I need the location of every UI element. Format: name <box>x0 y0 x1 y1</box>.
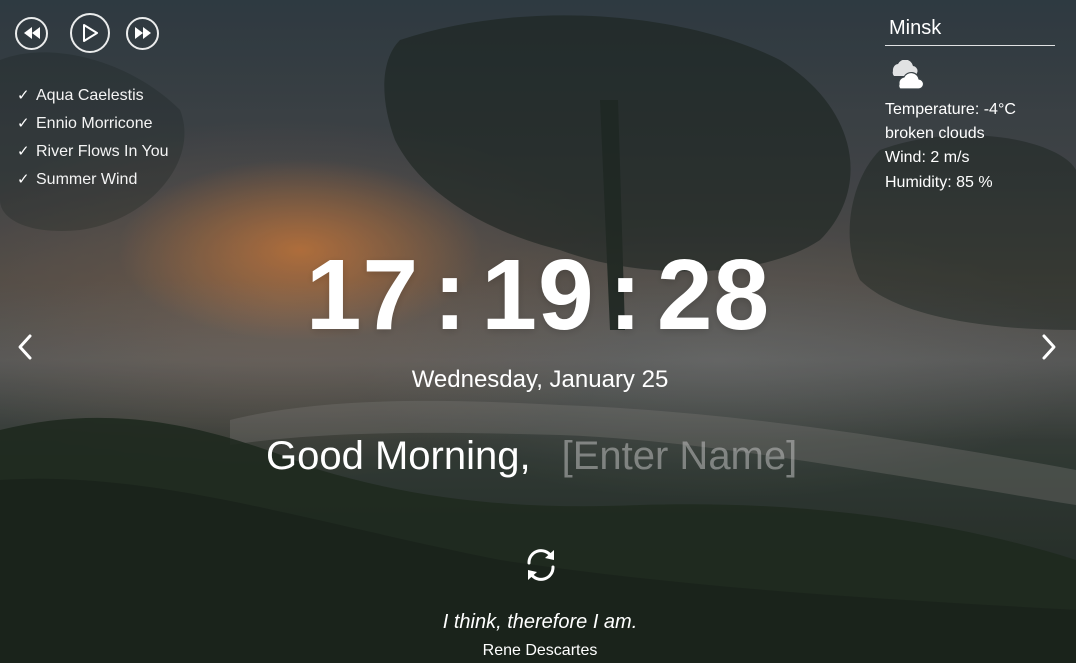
checkmark-icon: ✓ <box>17 143 30 160</box>
refresh-quote-button[interactable] <box>521 545 561 585</box>
clock-minutes: 19 <box>481 239 595 351</box>
fast-forward-icon <box>134 27 151 39</box>
humidity-text: Humidity: 85 % <box>885 174 993 191</box>
quote-text: I think, therefore I am. <box>442 611 638 633</box>
previous-track-button[interactable] <box>15 16 48 50</box>
audio-player <box>15 13 159 53</box>
track-title: Aqua Caelestis <box>36 87 144 104</box>
quote-author: Rene Descartes <box>482 642 598 659</box>
clock-separator: : <box>608 239 643 351</box>
next-track-button[interactable] <box>126 16 159 50</box>
playlist-item[interactable]: ✓ Aqua Caelestis <box>17 82 169 110</box>
clock-separator: : <box>433 239 468 351</box>
play-icon <box>83 24 98 42</box>
track-title: River Flows In You <box>36 143 169 160</box>
date-text: Wednesday, January 25 <box>411 366 669 393</box>
weather-widget: Temperature: -4°C broken clouds Wind: 2 … <box>885 12 1055 195</box>
clock: 17:19:28 <box>0 240 1076 350</box>
checkmark-icon: ✓ <box>17 171 30 188</box>
weather-description: broken clouds <box>885 125 985 142</box>
checkmark-icon: ✓ <box>17 87 30 104</box>
playlist-item[interactable]: ✓ Ennio Morricone <box>17 110 169 138</box>
temperature-text: Temperature: -4°C <box>885 101 1016 118</box>
greeting-row: Good Morning, <box>266 433 862 479</box>
greeting-text: Good Morning, <box>266 434 531 478</box>
track-title: Ennio Morricone <box>36 115 153 132</box>
clock-seconds: 28 <box>656 239 771 351</box>
rewind-icon <box>23 27 40 39</box>
broken-clouds-icon <box>887 59 927 90</box>
wind-text: Wind: 2 m/s <box>885 149 970 166</box>
clock-hours: 17 <box>305 239 420 351</box>
playlist-item[interactable]: ✓ Summer Wind <box>17 166 169 194</box>
playlist: ✓ Aqua Caelestis ✓ Ennio Morricone ✓ Riv… <box>17 82 169 194</box>
play-button[interactable] <box>70 13 110 53</box>
refresh-icon <box>527 549 555 581</box>
city-input[interactable] <box>885 12 1055 46</box>
name-input[interactable] <box>561 433 862 479</box>
playlist-item[interactable]: ✓ River Flows In You <box>17 138 169 166</box>
checkmark-icon: ✓ <box>17 115 30 132</box>
track-title: Summer Wind <box>36 171 138 188</box>
